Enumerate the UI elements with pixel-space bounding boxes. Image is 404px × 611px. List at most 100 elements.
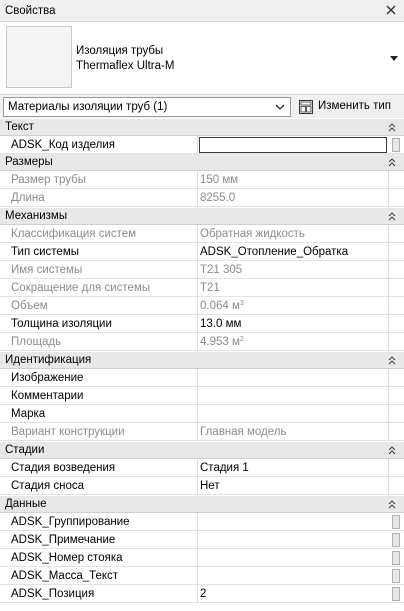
properties-title-bar: Свойства	[0, 0, 404, 22]
column-separator	[388, 261, 389, 279]
group-identity[interactable]: Идентификация	[0, 352, 404, 369]
edit-type-button[interactable]: Изменить тип	[296, 97, 399, 117]
column-separator	[388, 243, 389, 261]
property-row[interactable]: ADSK_Примечание	[0, 531, 404, 549]
type-family-label: Изоляция трубы	[76, 45, 164, 57]
type-selector[interactable]: Изоляция трубы Thermaflex Ultra-M	[0, 22, 404, 94]
type-preview-image	[6, 26, 72, 88]
collapse-chevron-icon[interactable]	[388, 356, 396, 365]
row-scroll-handle[interactable]	[392, 551, 400, 565]
group-title: Размеры	[5, 156, 53, 168]
column-separator	[197, 513, 198, 531]
group-title: Стадии	[5, 444, 45, 456]
property-row: Длина 8255.0	[0, 189, 404, 207]
column-separator	[197, 369, 198, 387]
column-separator	[388, 279, 389, 297]
property-value: Главная модель	[200, 426, 287, 438]
property-row[interactable]: ADSK_Код изделия	[0, 136, 404, 154]
group-data[interactable]: Данные	[0, 496, 404, 513]
property-row: Размер трубы 150 мм	[0, 171, 404, 189]
property-value: 150 мм	[200, 174, 239, 186]
property-name: ADSK_Масса_Текст	[11, 570, 119, 582]
column-separator	[197, 531, 198, 549]
column-separator	[197, 297, 198, 315]
property-row: Классификация систем Обратная жидкость	[0, 225, 404, 243]
property-value[interactable]: Нет	[200, 480, 220, 492]
value-number: 0.064 м	[200, 300, 240, 312]
property-row[interactable]: Стадия возведения Стадия 1	[0, 459, 404, 477]
row-scroll-handle[interactable]	[392, 587, 400, 601]
property-row[interactable]: Марка	[0, 405, 404, 423]
property-row[interactable]: Изображение	[0, 369, 404, 387]
column-separator	[197, 567, 198, 585]
column-separator	[197, 261, 198, 279]
group-text[interactable]: Текст	[0, 119, 404, 136]
column-separator	[197, 405, 198, 423]
filter-bar: Материалы изоляции труб (1) Изменить тип	[0, 94, 404, 118]
row-scroll-handle[interactable]	[392, 138, 400, 152]
property-row: Сокращение для системы Т21	[0, 279, 404, 297]
property-value: Т21	[200, 282, 220, 294]
properties-grid: Текст ADSK_Код изделия Размеры Размер тр…	[0, 119, 404, 607]
property-name: Длина	[11, 192, 45, 204]
column-separator	[388, 405, 389, 423]
collapse-chevron-icon[interactable]	[388, 212, 396, 221]
column-separator	[388, 369, 389, 387]
property-name: Имя системы	[11, 264, 83, 276]
property-row[interactable]: Тип системы ADSK_Отопление_Обратка	[0, 243, 404, 261]
collapse-chevron-icon[interactable]	[388, 500, 396, 509]
property-name: Изображение	[11, 372, 84, 384]
property-row[interactable]: Комментарии	[0, 387, 404, 405]
row-scroll-handle[interactable]	[392, 515, 400, 529]
type-name: Изоляция трубы Thermaflex Ultra-M	[76, 44, 174, 74]
property-name: Площадь	[11, 336, 62, 348]
collapse-chevron-icon[interactable]	[388, 446, 396, 455]
value-number: 4.953 м	[200, 336, 240, 348]
property-row[interactable]: ADSK_Масса_Текст	[0, 567, 404, 585]
unit-exponent: 2	[239, 336, 244, 343]
property-name: Объем	[11, 300, 48, 312]
property-row[interactable]: ADSK_Позиция 2	[0, 585, 404, 603]
unit-exponent: 3	[239, 300, 244, 307]
property-value[interactable]: ADSK_Отопление_Обратка	[200, 246, 348, 258]
type-name-label: Thermaflex Ultra-M	[76, 60, 175, 72]
column-separator	[388, 477, 389, 495]
column-separator	[197, 279, 198, 297]
property-value[interactable]: 13.0 мм	[200, 318, 241, 330]
group-phases[interactable]: Стадии	[0, 442, 404, 459]
property-row[interactable]: Толщина изоляции 13.0 мм	[0, 315, 404, 333]
column-separator	[197, 333, 198, 351]
edit-type-label: Изменить тип	[318, 100, 391, 112]
column-separator	[388, 297, 389, 315]
property-row: Вариант конструкции Главная модель	[0, 423, 404, 441]
row-scroll-handle[interactable]	[392, 569, 400, 583]
group-mechanisms[interactable]: Механизмы	[0, 208, 404, 225]
close-icon[interactable]	[384, 3, 398, 17]
row-scroll-handle[interactable]	[392, 533, 400, 547]
group-title: Текст	[5, 121, 34, 133]
property-value[interactable]: Стадия 1	[200, 462, 249, 474]
category-filter-dropdown[interactable]: Материалы изоляции труб (1)	[3, 97, 291, 117]
collapse-chevron-icon[interactable]	[388, 158, 396, 167]
property-value[interactable]: 2	[200, 588, 206, 600]
property-value-input[interactable]	[199, 137, 387, 153]
column-separator	[388, 387, 389, 405]
group-title: Идентификация	[5, 354, 92, 366]
category-filter-value: Материалы изоляции труб (1)	[8, 101, 168, 113]
property-name: Сокращение для системы	[11, 282, 151, 294]
chevron-down-icon[interactable]	[390, 56, 398, 61]
column-separator	[197, 136, 198, 154]
property-row[interactable]: ADSK_Номер стояка	[0, 549, 404, 567]
property-row[interactable]: Стадия сноса Нет	[0, 477, 404, 495]
property-row[interactable]: ADSK_Группирование	[0, 513, 404, 531]
property-value: Обратная жидкость	[200, 228, 305, 240]
property-name: Комментарии	[11, 390, 84, 402]
group-title: Механизмы	[5, 210, 68, 222]
collapse-chevron-icon[interactable]	[388, 123, 396, 132]
property-name: Размер трубы	[11, 174, 86, 186]
column-separator	[197, 423, 198, 441]
panel-title: Свойства	[5, 5, 56, 17]
column-separator	[197, 225, 198, 243]
group-sizes[interactable]: Размеры	[0, 154, 404, 171]
property-name: ADSK_Примечание	[11, 534, 116, 546]
